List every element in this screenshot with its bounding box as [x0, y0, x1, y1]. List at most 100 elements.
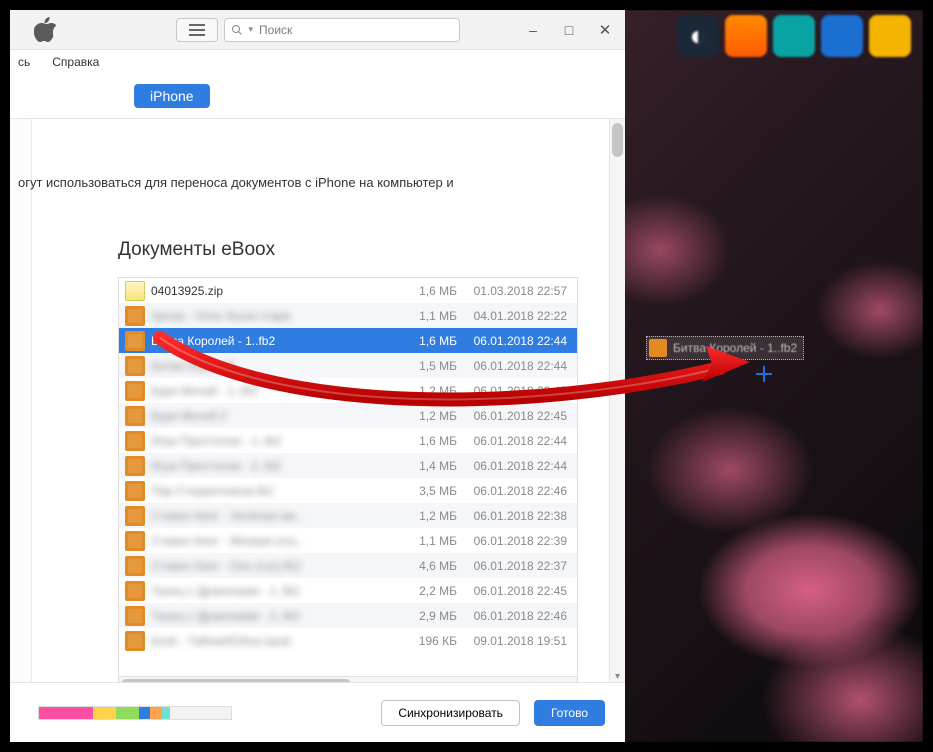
file-row[interactable]: Битва Королей1,5 МБ06.01.2018 22:44 — [119, 353, 577, 378]
fb2-file-icon — [125, 381, 145, 401]
fb2-file-icon — [125, 556, 145, 576]
done-button[interactable]: Готово — [534, 700, 605, 726]
file-date: 06.01.2018 22:45 — [457, 584, 577, 598]
file-name: Игра Престолов - 1..fb2 — [151, 434, 387, 448]
fb2-file-icon — [125, 606, 145, 626]
file-row[interactable]: Танец с Драконами - 1..fb22,2 МБ06.01.20… — [119, 578, 577, 603]
file-date: 06.01.2018 22:39 — [457, 534, 577, 548]
taskbar-app-icon[interactable] — [725, 15, 767, 57]
scrollbar-thumb[interactable] — [612, 123, 623, 157]
taskbar-app-icon[interactable] — [773, 15, 815, 57]
file-name: Стивен Кинг - Оно (rus).fb2 — [151, 559, 387, 573]
sidebar — [10, 119, 32, 682]
search-placeholder: Поиск — [259, 23, 292, 37]
menu-item[interactable]: сь — [18, 55, 30, 69]
file-name: book - Тайная916на.epub — [151, 634, 387, 648]
file-row[interactable]: Стивен Кинг - Мизери (rus..1,1 МБ06.01.2… — [119, 528, 577, 553]
file-row[interactable]: book - Тайная916на.epub196 КБ09.01.2018 … — [119, 628, 577, 653]
file-name: Битва Королей - 1..fb2 — [151, 334, 387, 348]
file-date: 06.01.2018 22:37 — [457, 559, 577, 573]
file-date: 09.01.2018 19:51 — [457, 634, 577, 648]
fb2-file-icon — [125, 331, 145, 351]
taskbar-steam-icon[interactable]: ◐ — [677, 15, 719, 57]
menu-item[interactable]: Справка — [52, 55, 99, 69]
file-row[interactable]: Пир Стервятников.fb23,5 МБ06.01.2018 22:… — [119, 478, 577, 503]
window-minimize-button[interactable]: – — [515, 10, 551, 49]
file-row[interactable]: Битва Королей - 1..fb21,6 МБ06.01.2018 2… — [119, 328, 577, 353]
vertical-scrollbar[interactable]: ▾ — [609, 119, 625, 682]
file-date: 06.01.2018 22:44 — [457, 359, 577, 373]
fb2-file-icon — [125, 506, 145, 526]
iphone-tab[interactable]: iPhone — [134, 84, 210, 108]
file-row[interactable]: Танец с Драконами - 2..fb22,9 МБ06.01.20… — [119, 603, 577, 628]
file-date: 06.01.2018 22:38 — [457, 509, 577, 523]
file-size: 1,5 МБ — [387, 359, 457, 373]
file-size: 1,6 МБ — [387, 334, 457, 348]
zip-file-icon — [125, 281, 145, 301]
file-date: 06.01.2018 22:46 — [457, 484, 577, 498]
fb2-file-icon — [125, 356, 145, 376]
file-list-panel: 04013925.zip1,6 МБ01.03.2018 22:57Арчер … — [118, 277, 578, 693]
sync-button[interactable]: Синхронизировать — [381, 700, 520, 726]
window-close-button[interactable]: ✕ — [587, 10, 623, 49]
file-size: 2,2 МБ — [387, 584, 457, 598]
file-row[interactable]: Игра Престолов - 1..fb21,6 МБ06.01.2018 … — [119, 428, 577, 453]
file-row[interactable]: Буря Мечей 21,2 МБ06.01.2018 22:45 — [119, 403, 577, 428]
file-name: Стивен Кинг - Зелёная ми.. — [151, 509, 387, 523]
file-row[interactable]: Стивен Кинг - Оно (rus).fb24,6 МБ06.01.2… — [119, 553, 577, 578]
taskbar-app-icon[interactable] — [869, 15, 911, 57]
file-size: 3,5 МБ — [387, 484, 457, 498]
window-maximize-button[interactable]: □ — [551, 10, 587, 49]
file-size: 4,6 МБ — [387, 559, 457, 573]
drag-ghost-label: Битва Королей - 1..fb2 — [673, 341, 797, 355]
file-date: 04.01.2018 22:22 — [457, 309, 577, 323]
file-size: 1,2 МБ — [387, 409, 457, 423]
desktop-taskbar: ◐ — [625, 10, 923, 62]
fb2-file-icon — [125, 581, 145, 601]
fb2-file-icon — [125, 481, 145, 501]
fb2-file-icon — [125, 531, 145, 551]
file-size: 1,1 МБ — [387, 309, 457, 323]
storage-usage-bar — [38, 706, 232, 720]
apple-logo-icon — [10, 17, 80, 43]
file-date: 06.01.2018 22:44 — [457, 434, 577, 448]
scroll-down-icon[interactable]: ▾ — [610, 671, 625, 682]
file-name: Битва Королей — [151, 359, 387, 373]
file-icon — [649, 339, 667, 357]
file-row[interactable]: Игра Престолов - 2..fb21,4 МБ06.01.2018 … — [119, 453, 577, 478]
file-name: Танец с Драконами - 1..fb2 — [151, 584, 387, 598]
file-name: Арчер - Ночь была стара — [151, 309, 387, 323]
taskbar-app-icon[interactable] — [821, 15, 863, 57]
search-icon — [231, 24, 243, 36]
titlebar[interactable]: ▾ Поиск – □ ✕ — [10, 10, 625, 50]
file-date: 06.01.2018 22:45 — [457, 409, 577, 423]
file-size: 2,9 МБ — [387, 609, 457, 623]
fb2-file-icon — [125, 406, 145, 426]
file-size: 1,6 МБ — [387, 434, 457, 448]
file-row[interactable]: Арчер - Ночь была стара1,1 МБ04.01.2018 … — [119, 303, 577, 328]
description-text: огут использоваться для переноса докумен… — [10, 175, 605, 190]
file-size: 196 КБ — [387, 634, 457, 648]
file-name: 04013925.zip — [151, 284, 387, 298]
file-size: 1,2 МБ — [387, 509, 457, 523]
file-date: 06.01.2018 22:46 — [457, 609, 577, 623]
itunes-window: ▾ Поиск – □ ✕ сь Справка iPhone о — [10, 10, 625, 742]
file-name: Буря Мечей - 1..fb2 — [151, 384, 387, 398]
list-view-button[interactable] — [176, 18, 218, 42]
file-row[interactable]: Стивен Кинг - Зелёная ми..1,2 МБ06.01.20… — [119, 503, 577, 528]
chevron-down-icon: ▾ — [249, 24, 254, 35]
file-name: Пир Стервятников.fb2 — [151, 484, 387, 498]
fb2-file-icon — [125, 456, 145, 476]
file-name: Стивен Кинг - Мизери (rus.. — [151, 534, 387, 548]
panel-title: Документы eBoox — [118, 239, 275, 261]
file-size: 1,1 МБ — [387, 534, 457, 548]
file-name: Танец с Драконами - 2..fb2 — [151, 609, 387, 623]
file-date: 06.01.2018 22:44 — [457, 334, 577, 348]
file-size: 1,4 МБ — [387, 459, 457, 473]
file-date: 01.03.2018 22:57 — [457, 284, 577, 298]
file-row[interactable]: 04013925.zip1,6 МБ01.03.2018 22:57 — [119, 278, 577, 303]
file-size: 1,2 МБ — [387, 384, 457, 398]
file-name: Буря Мечей 2 — [151, 409, 387, 423]
search-input[interactable]: ▾ Поиск — [224, 18, 460, 42]
file-row[interactable]: Буря Мечей - 1..fb21,2 МБ06.01.2018 22:4… — [119, 378, 577, 403]
